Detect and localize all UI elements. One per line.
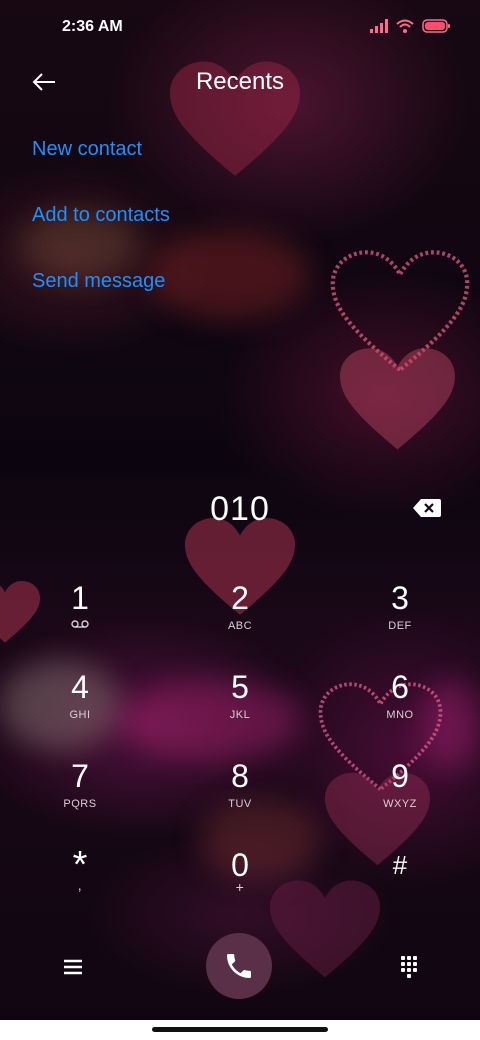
backspace-icon <box>413 499 441 517</box>
key-8[interactable]: 8 TUV <box>180 746 300 826</box>
key-digit: 8 <box>231 758 249 794</box>
key-1[interactable]: 1 <box>20 568 140 648</box>
voicemail-icon <box>20 620 140 632</box>
add-to-contacts-link[interactable]: Add to contacts <box>32 204 170 227</box>
dialpad-toggle-button[interactable] <box>394 952 424 982</box>
page-title: Recents <box>195 68 285 95</box>
key-digit: 5 <box>231 669 249 705</box>
dialpad-icon <box>401 956 417 978</box>
key-digit: # <box>392 850 408 880</box>
status-time: 2:36 AM <box>62 18 123 35</box>
key-letters: TUV <box>228 798 252 810</box>
status-icons <box>370 19 450 33</box>
key-digit: 3 <box>391 580 409 616</box>
key-letters: PQRS <box>63 798 97 810</box>
app-bar: Recents <box>0 56 480 108</box>
key-5[interactable]: 5 JKL <box>180 657 300 737</box>
key-digit: 7 <box>71 758 89 794</box>
backspace-button[interactable] <box>412 497 442 524</box>
menu-button[interactable] <box>58 952 88 982</box>
key-digit: 1 <box>71 580 89 616</box>
key-hash[interactable]: # <box>340 835 460 915</box>
send-message-link[interactable]: Send message <box>32 270 165 293</box>
key-digit: 9 <box>391 758 409 794</box>
home-indicator[interactable] <box>152 1027 328 1032</box>
key-3[interactable]: 3 DEF <box>340 568 460 648</box>
key-letters: JKL <box>229 709 251 721</box>
key-0[interactable]: 0 + <box>180 835 300 915</box>
key-7[interactable]: 7 PQRS <box>20 746 140 826</box>
battery-icon <box>422 19 450 33</box>
key-digit: 4 <box>71 669 89 705</box>
key-letters: , <box>77 877 83 893</box>
key-letters: MNO <box>386 709 414 721</box>
wifi-icon <box>396 19 414 33</box>
key-6[interactable]: 6 MNO <box>340 657 460 737</box>
key-2[interactable]: 2 ABC <box>180 568 300 648</box>
menu-icon <box>64 959 82 975</box>
dialed-number: 010 <box>210 490 270 528</box>
phone-icon <box>227 954 251 978</box>
new-contact-link[interactable]: New contact <box>32 138 142 161</box>
key-star[interactable]: * , <box>20 835 140 915</box>
key-letters: WXYZ <box>383 798 417 810</box>
key-letters: + <box>235 879 245 895</box>
bottom-bar <box>0 930 480 1002</box>
key-letters: ABC <box>227 620 253 632</box>
key-9[interactable]: 9 WXYZ <box>340 746 460 826</box>
key-letters: GHI <box>69 709 91 721</box>
call-button[interactable] <box>206 933 272 999</box>
key-digit: 2 <box>231 580 249 616</box>
system-nav-bar <box>0 1020 480 1040</box>
key-letters: DEF <box>388 620 412 632</box>
key-digit: 6 <box>391 669 409 705</box>
key-4[interactable]: 4 GHI <box>20 657 140 737</box>
signal-icon <box>370 19 388 33</box>
status-bar: 2:36 AM <box>0 0 480 56</box>
